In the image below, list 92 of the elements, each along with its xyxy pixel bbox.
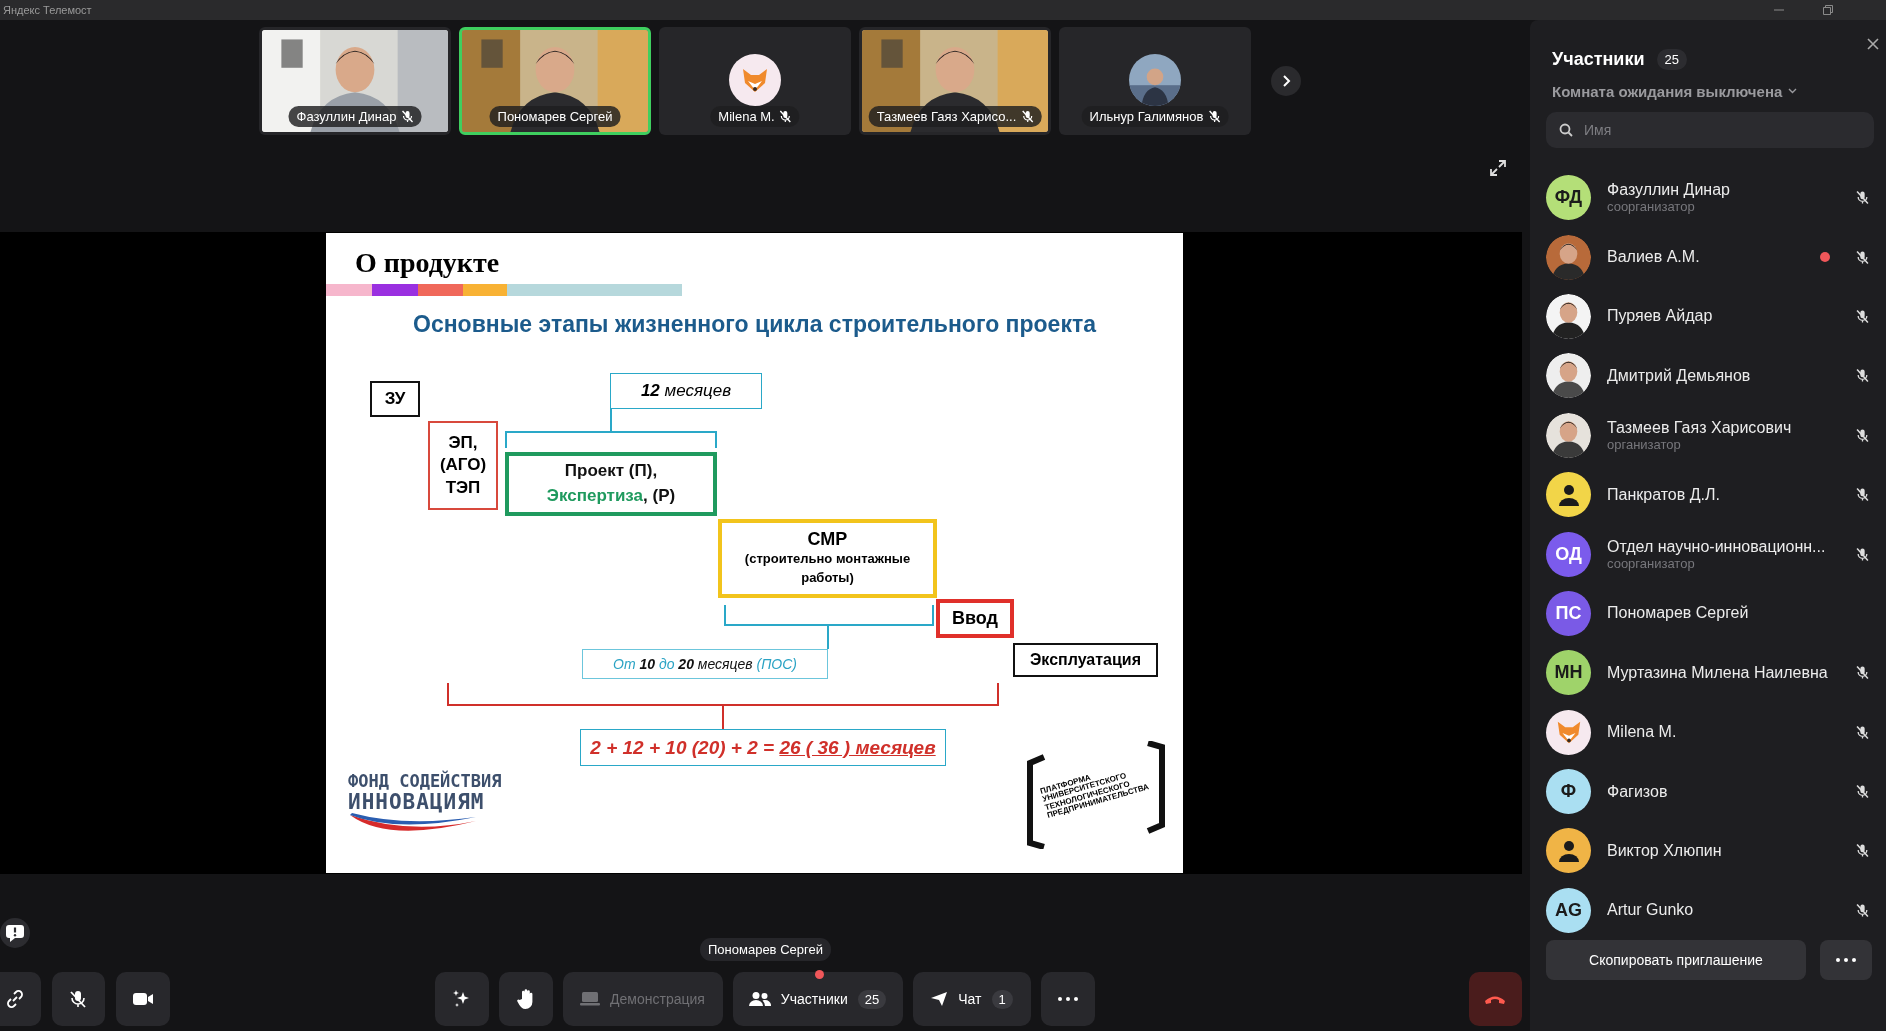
participant-name: Виктор Хлюпин bbox=[1607, 842, 1723, 860]
logo-text: ИННОВАЦИЯМ bbox=[348, 790, 485, 813]
duration-box: 12 месяцев bbox=[610, 373, 762, 409]
box-title: СМР bbox=[807, 529, 848, 551]
chat-button[interactable]: Чат 1 bbox=[912, 972, 1031, 1026]
feedback-icon[interactable] bbox=[0, 918, 30, 948]
participant-name: Отдел научно-инновационн... bbox=[1607, 537, 1827, 556]
participant-row[interactable]: ФД Фазуллин Динар соорганизатор bbox=[1546, 168, 1874, 228]
initials-avatar: Ф bbox=[1546, 769, 1591, 815]
more-icon bbox=[1836, 958, 1856, 962]
participant-name: Пономарев Сергей bbox=[1607, 604, 1750, 623]
video-tile[interactable]: Тазмеев Гаяз Харисо... bbox=[859, 27, 1051, 135]
participant-name: Панкратов Д.Л. bbox=[1607, 485, 1721, 504]
initials-avatar: AG bbox=[1546, 887, 1591, 933]
participant-row[interactable]: Milena M. bbox=[1546, 702, 1874, 762]
slide-title: О продукте bbox=[355, 247, 500, 279]
participant-name: Муртазина Милена Наилевна bbox=[1607, 663, 1829, 682]
participant-name-tag: Пономарев Сергей bbox=[489, 106, 621, 127]
search-icon bbox=[1559, 123, 1573, 137]
participant-name: Пуряев Айдар bbox=[1607, 307, 1714, 326]
participant-name: Тазмеев Гаяз Харисович bbox=[1607, 418, 1793, 437]
participant-row[interactable]: AG Artur Gunko bbox=[1546, 880, 1874, 941]
video-tile[interactable]: Milena M. bbox=[659, 27, 851, 135]
participant-name-tag: Ильнур Галимянов bbox=[1081, 106, 1229, 127]
camera-icon bbox=[131, 991, 154, 1007]
participant-role: соорганизатор bbox=[1607, 555, 1696, 571]
restore-icon[interactable] bbox=[1822, 4, 1834, 16]
copy-invite-button[interactable]: Скопировать приглашение bbox=[1546, 940, 1806, 980]
participant-name: Дмитрий Демьянов bbox=[1607, 366, 1752, 385]
participant-name: Artur Gunko bbox=[1607, 901, 1695, 920]
chevron-right-icon bbox=[1280, 74, 1292, 88]
microphone-button[interactable] bbox=[51, 972, 105, 1026]
participant-name-tag: Фазуллин Динар bbox=[288, 106, 422, 127]
more-button[interactable] bbox=[1820, 940, 1872, 980]
initials-avatar: ОД bbox=[1546, 531, 1591, 577]
participant-name: Валиев А.М. bbox=[1607, 248, 1701, 267]
participant-row[interactable]: Тазмеев Гаяз Харисович организатор bbox=[1546, 405, 1874, 465]
participant-role: организатор bbox=[1607, 436, 1682, 452]
participant-row[interactable]: ОД Отдел научно-инновационн... соорганизатор bbox=[1546, 524, 1874, 584]
fox-avatar bbox=[1546, 709, 1591, 755]
participant-row[interactable]: Ф Фагизов bbox=[1546, 761, 1874, 822]
initials-avatar: МН bbox=[1546, 650, 1591, 696]
video-tile[interactable]: Ильнур Галимянов bbox=[1059, 27, 1251, 135]
stage-box: Проект (П), Экспертиза, (Р) bbox=[505, 452, 717, 516]
participant-row[interactable]: МН Муртазина Милена Наилевна bbox=[1546, 643, 1874, 703]
participant-row[interactable]: Виктор Хлюпин bbox=[1546, 821, 1874, 881]
duration-box: От 10 до 20 месяцев (ПОС) bbox=[582, 649, 828, 679]
stage-box: Ввод bbox=[936, 599, 1014, 638]
participant-row[interactable]: Панкратов Д.Л. bbox=[1546, 464, 1874, 525]
count-badge: 25 bbox=[1656, 48, 1687, 70]
more-icon bbox=[1057, 997, 1078, 1001]
fox-avatar bbox=[729, 54, 781, 106]
close-icon[interactable] bbox=[1867, 38, 1879, 50]
chevron-down-icon bbox=[1788, 88, 1798, 94]
participant-name: Milena M. bbox=[1607, 723, 1678, 742]
initials-avatar: ПС bbox=[1546, 590, 1591, 636]
next-button[interactable] bbox=[1271, 66, 1301, 96]
box-note: (строительно монтажные работы) bbox=[743, 550, 912, 587]
participant-role: соорганизатор bbox=[1607, 199, 1696, 215]
end-call-button[interactable] bbox=[1468, 972, 1522, 1026]
camera-button[interactable] bbox=[116, 972, 170, 1026]
stage-box: ЗУ bbox=[370, 381, 420, 417]
participant-row[interactable]: Пуряев Айдар bbox=[1546, 286, 1874, 347]
panel-title: Участники bbox=[1552, 48, 1645, 70]
paper-plane-icon bbox=[930, 991, 949, 1007]
participant-row[interactable]: ПС Пономарев Сергей bbox=[1546, 583, 1874, 644]
total-box: 2 + 12 + 10 (20) + 2 = 26 ( 36 ) месяцев bbox=[580, 729, 946, 766]
people-icon bbox=[748, 991, 771, 1007]
participants-button[interactable]: Участники 25 bbox=[732, 972, 903, 1026]
participant-name: Фагизов bbox=[1607, 782, 1669, 801]
slide-subtitle: Основные этапы жизненного цикла строительного проекта bbox=[412, 311, 1098, 338]
mic-muted-icon bbox=[68, 989, 89, 1009]
monitor-icon bbox=[580, 991, 601, 1007]
participant-name-tag: Milena M. bbox=[710, 106, 800, 127]
participant-name: Фазуллин Динар bbox=[1607, 181, 1731, 200]
participant-row[interactable]: Дмитрий Демьянов bbox=[1546, 346, 1874, 406]
video-tile[interactable]: Фазуллин Динар bbox=[259, 27, 451, 135]
participant-name-tag: Тазмеев Гаяз Харисо... bbox=[868, 106, 1042, 127]
stage-box: Эксплуатация bbox=[1013, 643, 1158, 677]
effects-button[interactable] bbox=[434, 972, 489, 1026]
link-button[interactable] bbox=[0, 972, 41, 1026]
fullscreen-icon[interactable] bbox=[1489, 159, 1507, 177]
participant-row[interactable]: Валиев А.М. bbox=[1546, 227, 1874, 287]
initials-avatar: ФД bbox=[1546, 175, 1591, 221]
stage-box: ЭП, (АГО) ТЭП bbox=[428, 421, 498, 510]
raise-hand-button[interactable] bbox=[498, 972, 553, 1026]
video-tile[interactable]: Пономарев Сергей bbox=[459, 27, 651, 135]
link-icon bbox=[4, 989, 25, 1009]
speaker-label: Пономарев Сергей bbox=[700, 938, 831, 961]
waiting-room-dropdown[interactable]: Комната ожидания выключена bbox=[1546, 80, 1798, 102]
search-field[interactable]: Имя bbox=[1546, 112, 1874, 148]
app-title: Яндекс Телемост bbox=[3, 4, 92, 16]
